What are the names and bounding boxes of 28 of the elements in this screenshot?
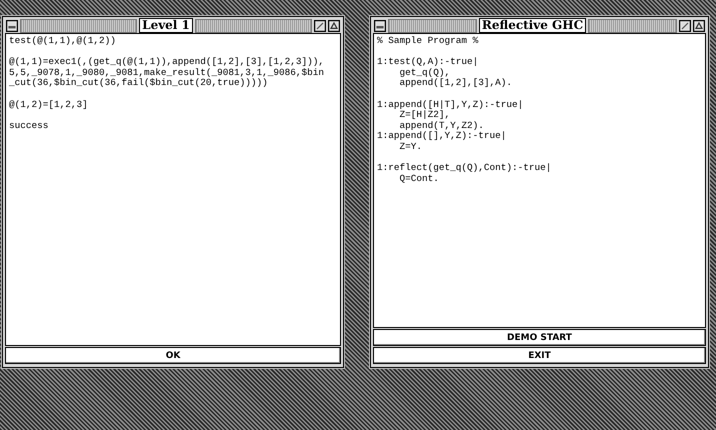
code-line: Z=Y. — [398, 142, 424, 153]
button[interactable]: DEMO START — [373, 329, 706, 346]
close-icon[interactable] — [6, 20, 18, 32]
code-line: _cut(36,$bin_cut(36,fail($bin_cut(20,true))))) — [9, 78, 269, 89]
resize-icon[interactable] — [679, 20, 692, 32]
code-line: @(1,1)=exec1(,(get_q(@(1,1)),append([1,2],[3],[1,2,3])), — [9, 57, 326, 68]
button[interactable]: EXIT — [373, 347, 706, 364]
code-line: Q=Cont. — [398, 174, 440, 184]
code-line: 1:test(Q,A):-true| — [377, 57, 480, 68]
code-line: success — [9, 120, 50, 132]
window-title: Reflective GHC — [478, 18, 586, 33]
code-line: 1:reflect(get_q(Q),Cont):-true| — [377, 163, 552, 174]
code-line: @(1,2)=[1,2,3] — [9, 100, 89, 110]
button[interactable]: OK — [5, 347, 341, 364]
code-line: append([1,2],[3],A). — [398, 78, 514, 89]
code-line: 1:append([H|T],Y,Z):-true| — [377, 100, 524, 110]
code-line: 5,5,_9078,1,_9080,_9081,make_result(_9081,3,1,_9086,$bin — [9, 68, 326, 78]
close-icon[interactable] — [374, 20, 386, 32]
resize-icon[interactable] — [314, 20, 326, 32]
code-line: test(@(1,1),@(1,2)) — [9, 36, 117, 47]
window-title: Level 1 — [139, 18, 193, 33]
code-line: append(T,Y,Z2). — [398, 120, 485, 131]
code-line: get_q(Q), — [398, 68, 452, 78]
code-line: Z=[H|Z2], — [398, 110, 452, 121]
maximize-icon[interactable] — [693, 20, 706, 32]
code-line: 1:append([],Y,Z):-true| — [377, 131, 508, 142]
code-line: % Sample Program % — [377, 36, 480, 47]
maximize-icon[interactable] — [328, 20, 340, 32]
